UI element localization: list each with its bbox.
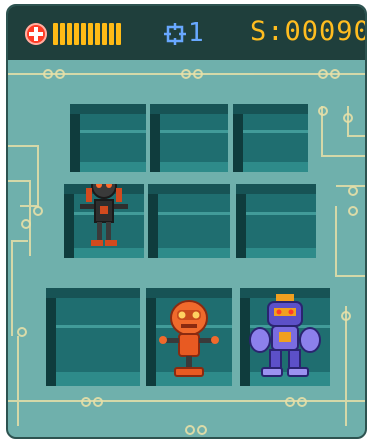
board-hole[interactable]	[150, 104, 228, 172]
board-hole[interactable]	[64, 184, 144, 258]
purple-robot-icon[interactable]	[248, 294, 322, 384]
target-count: 1	[188, 18, 204, 48]
health-segment	[116, 23, 121, 45]
score-display: S:00090	[250, 16, 367, 47]
board-hole[interactable]	[148, 184, 230, 258]
health-segment	[109, 23, 114, 45]
health-cross-icon	[25, 23, 47, 45]
hud-bar: 1 S:00090	[8, 6, 365, 60]
health-segment	[74, 23, 79, 45]
orange-robot-icon[interactable]	[157, 296, 221, 384]
game-screen: 1 S:00090	[6, 4, 367, 439]
health-segment	[67, 23, 72, 45]
crosshair-target-icon	[164, 23, 186, 45]
board-hole[interactable]	[70, 104, 146, 172]
board-hole[interactable]	[240, 288, 330, 386]
board-hole[interactable]	[46, 288, 140, 386]
health-segment	[81, 23, 86, 45]
dark-robot-icon[interactable]	[78, 184, 130, 256]
health-segment	[60, 23, 65, 45]
board-hole[interactable]	[233, 104, 308, 172]
board-hole[interactable]	[236, 184, 316, 258]
robot-board	[8, 60, 365, 437]
health-segment	[95, 23, 100, 45]
health-bar	[53, 23, 121, 45]
health-segment	[102, 23, 107, 45]
health-segment	[53, 23, 58, 45]
board-hole[interactable]	[146, 288, 232, 386]
health-segment	[88, 23, 93, 45]
